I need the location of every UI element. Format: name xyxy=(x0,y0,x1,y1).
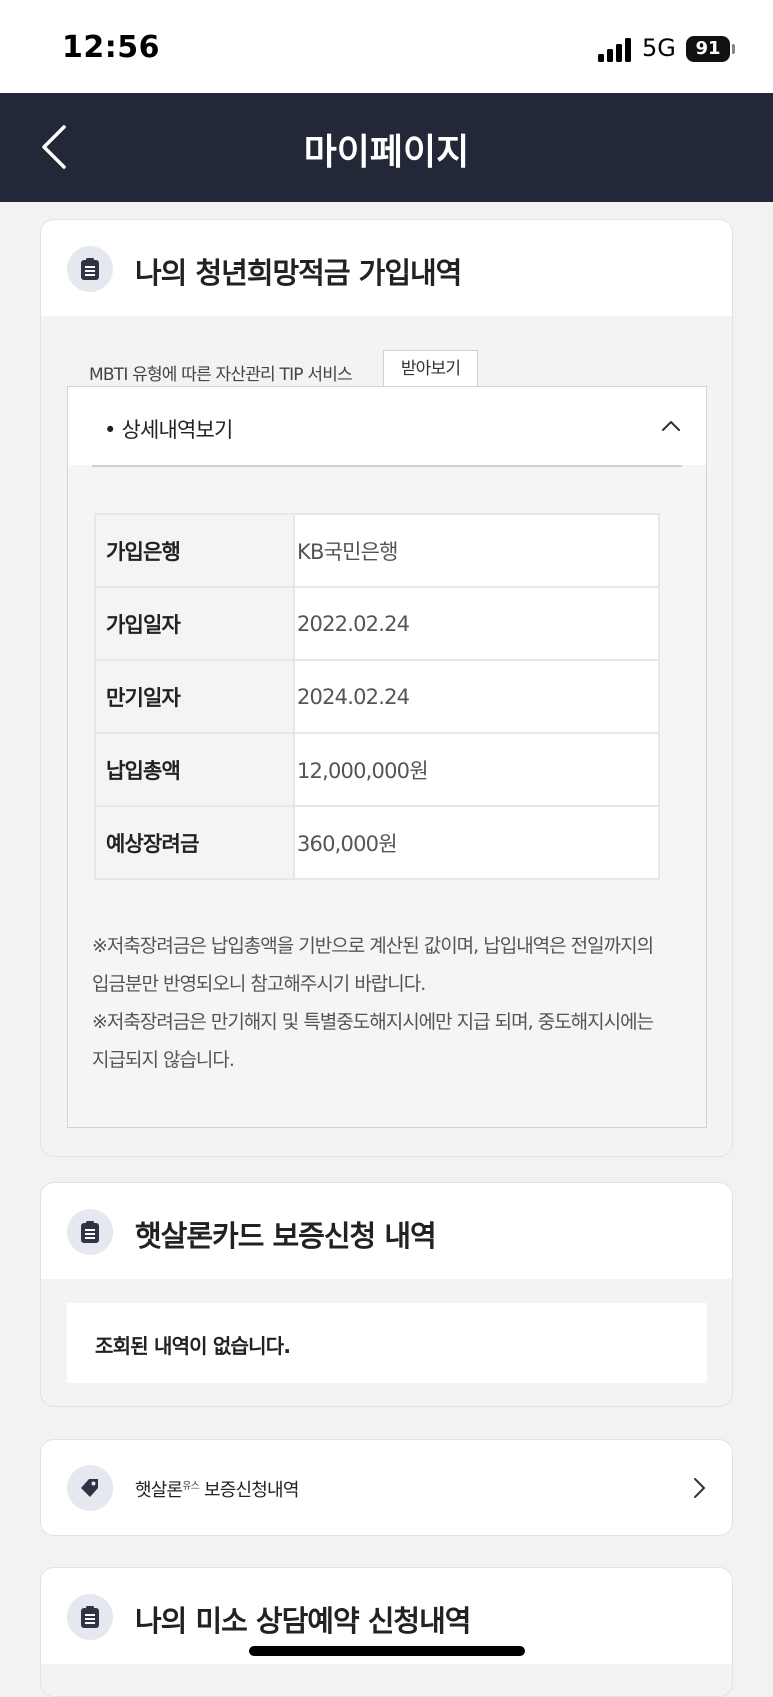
battery-cap xyxy=(732,44,735,54)
row-label: 만기일자 xyxy=(94,659,295,734)
card-guarantee-card: 햇살론카드 보증신청 내역 조회된 내역이 없습니다. xyxy=(40,1182,733,1407)
mbti-text: MBTI 유형에 따른 자산관리 TIP 서비스 xyxy=(89,365,353,385)
chevron-up-icon xyxy=(662,421,680,431)
row-label: 예상장려금 xyxy=(94,805,295,880)
table-row: 가입은행 KB국민은행 xyxy=(94,513,660,588)
table-row: 예상장려금 360,000원 xyxy=(94,805,660,880)
detail-table: 가입은행 KB국민은행 가입일자 2022.02.24 만기일자 2024.02… xyxy=(94,513,660,880)
detail-toggle-label: • 상세내역보기 xyxy=(104,418,233,442)
notes: ※저축장려금은 납입총액을 기반으로 계산된 값이며, 납입내역은 전일까지의 … xyxy=(92,927,682,1079)
table-row: 만기일자 2024.02.24 xyxy=(94,659,660,734)
label-sup: 유스 xyxy=(182,1481,200,1492)
note-line: 지급되지 않습니다. xyxy=(92,1049,235,1071)
savings-card-header: 나의 청년희망적금 가입내역 xyxy=(41,220,732,316)
network-label: 5G xyxy=(642,34,676,62)
savings-card-title: 나의 청년희망적금 가입내역 xyxy=(135,256,462,290)
signal-icon xyxy=(598,38,631,62)
row-value: 2024.02.24 xyxy=(293,659,660,734)
detail-box: • 상세내역보기 가입은행 KB국민은행 가입일자 2022.02.24 만기일… xyxy=(67,386,707,1128)
note-line: ※저축장려금은 만기해지 및 특별중도해지시에만 지급 되며, 중도해지시에는 xyxy=(92,1011,654,1033)
table-row: 납입총액 12,000,000원 xyxy=(94,732,660,807)
row-value: 12,000,000원 xyxy=(293,732,660,807)
consult-card: 나의 미소 상담예약 신청내역 xyxy=(40,1567,733,1697)
app-header: 마이페이지 xyxy=(0,93,773,202)
mbti-receive-button[interactable]: 받아보기 xyxy=(383,350,478,386)
consult-card-title: 나의 미소 상담예약 신청내역 xyxy=(135,1604,471,1638)
row-value: KB국민은행 xyxy=(293,513,660,588)
note-line: 입금분만 반영되오니 참고해주시기 바랍니다. xyxy=(92,973,426,995)
document-icon xyxy=(67,1209,113,1255)
youth-guarantee-link[interactable]: 햇살론유스 보증신청내역 xyxy=(40,1439,733,1536)
row-label: 가입은행 xyxy=(94,513,295,588)
tag-icon xyxy=(67,1465,113,1511)
label-rest: 보증신청내역 xyxy=(199,1480,299,1501)
detail-toggle[interactable]: • 상세내역보기 xyxy=(68,387,706,467)
document-icon xyxy=(67,246,113,292)
document-icon xyxy=(67,1594,113,1640)
empty-state: 조회된 내역이 없습니다. xyxy=(67,1303,707,1383)
status-time: 12:56 xyxy=(62,30,160,65)
home-indicator[interactable] xyxy=(249,1646,525,1656)
note-line: ※저축장려금은 납입총액을 기반으로 계산된 값이며, 납입내역은 전일까지의 xyxy=(92,935,654,957)
table-row: 가입일자 2022.02.24 xyxy=(94,586,660,661)
row-label: 가입일자 xyxy=(94,586,295,661)
card-guarantee-header: 햇살론카드 보증신청 내역 xyxy=(41,1183,732,1279)
row-label: 납입총액 xyxy=(94,732,295,807)
chevron-right-icon xyxy=(694,1478,705,1498)
row-value: 360,000원 xyxy=(293,805,660,880)
divider xyxy=(92,465,682,467)
battery-icon: 91 xyxy=(686,36,730,62)
page-title: 마이페이지 xyxy=(303,132,470,173)
label-main: 햇살론 xyxy=(135,1480,183,1501)
savings-card: 나의 청년희망적금 가입내역 MBTI 유형에 따른 자산관리 TIP 서비스 … xyxy=(40,219,733,1157)
status-bar: 12:56 5G 91 xyxy=(0,0,773,93)
youth-guarantee-label: 햇살론유스 보증신청내역 xyxy=(135,1476,299,1502)
card-guarantee-title: 햇살론카드 보증신청 내역 xyxy=(135,1219,437,1253)
empty-text: 조회된 내역이 없습니다. xyxy=(95,1334,291,1358)
row-value: 2022.02.24 xyxy=(293,586,660,661)
